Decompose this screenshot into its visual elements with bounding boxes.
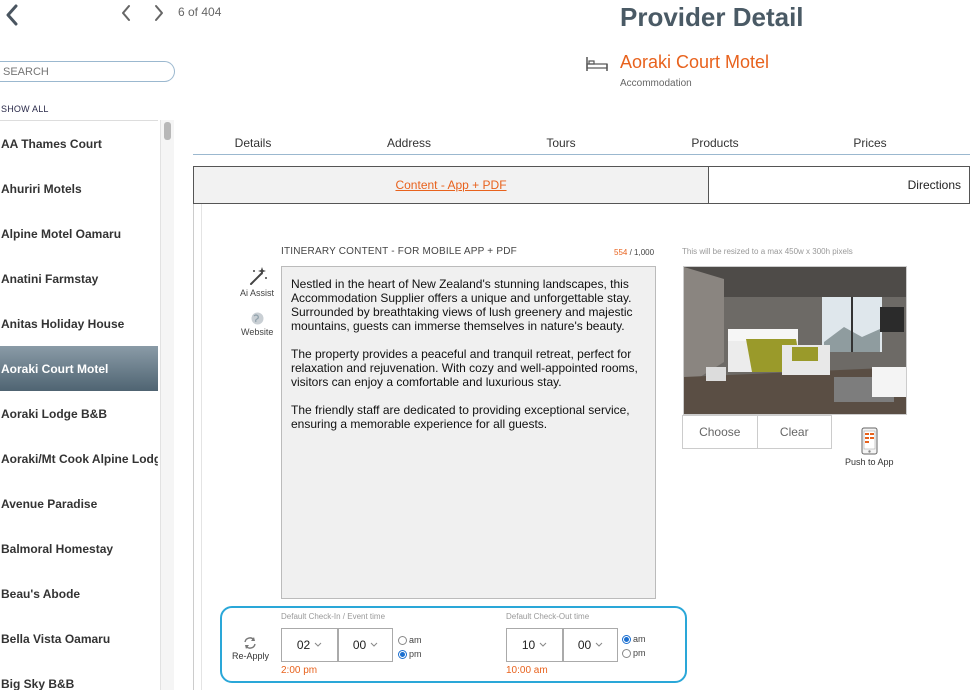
- sidebar-item[interactable]: Ahuriri Motels: [0, 166, 158, 211]
- checkin-hour-select[interactable]: 02: [281, 628, 338, 662]
- panel-divider: [201, 204, 202, 690]
- checkin-hour-value: 02: [296, 638, 311, 652]
- chevron-down-icon: [370, 642, 378, 647]
- itinerary-textarea[interactable]: Nestled in the heart of New Zealand's st…: [281, 266, 656, 599]
- website-label[interactable]: Website: [241, 327, 273, 337]
- radio-off-icon: [398, 635, 407, 645]
- chevron-down-icon: [595, 642, 603, 647]
- record-pager: 6 of 404: [178, 5, 222, 19]
- provider-photo: [683, 266, 907, 415]
- sidebar-item[interactable]: Anatini Farmstay: [0, 256, 158, 301]
- char-count-max: 1,000: [634, 248, 655, 257]
- checkout-display: 10:00 am: [506, 665, 548, 676]
- ai-assist-label[interactable]: Ai Assist: [240, 288, 274, 298]
- checkout-label: Default Check-Out time: [506, 612, 590, 621]
- pm-label: pm: [633, 648, 646, 658]
- provider-list: AA Thames Court Ahuriri Motels Alpine Mote…: [0, 120, 158, 690]
- checkout-pm-radio[interactable]: pm: [622, 647, 646, 659]
- sidebar-item[interactable]: Aoraki Lodge B&B: [0, 391, 158, 436]
- sidebar-item[interactable]: Balmoral Homestay: [0, 526, 158, 571]
- re-apply-label[interactable]: Re-Apply: [232, 651, 269, 661]
- back-chevron-icon[interactable]: [4, 4, 20, 26]
- push-to-app-label[interactable]: Push to App: [845, 457, 894, 467]
- sidebar-scrollbar[interactable]: [160, 120, 174, 690]
- checkin-minute-value: 00: [352, 638, 367, 652]
- checkin-display: 2:00 pm: [281, 665, 318, 676]
- pm-label: pm: [409, 649, 422, 659]
- char-count-current: 554: [614, 248, 628, 257]
- detail-tabs: Details Address Tours Products Prices: [193, 133, 970, 155]
- radio-off-icon: [622, 648, 631, 658]
- chevron-down-icon: [314, 642, 322, 647]
- choose-image-button[interactable]: Choose: [683, 416, 757, 448]
- bed-icon: [586, 57, 608, 71]
- tab-products[interactable]: Products: [691, 136, 738, 150]
- itinerary-heading: ITINERARY CONTENT - FOR MOBILE APP + PDF: [281, 246, 517, 257]
- checkin-label: Default Check-In / Event time: [281, 612, 386, 621]
- tab-tours[interactable]: Tours: [546, 136, 575, 150]
- checkout-hour-select[interactable]: 10: [506, 628, 563, 662]
- sidebar-item[interactable]: Avenue Paradise: [0, 481, 158, 526]
- globe-icon[interactable]: [251, 312, 264, 325]
- character-count: 554 / 1,000: [614, 248, 655, 257]
- prev-record-icon[interactable]: [120, 4, 132, 22]
- refresh-icon[interactable]: [243, 636, 257, 650]
- tab-address[interactable]: Address: [387, 136, 431, 150]
- sidebar-item[interactable]: Beau's Abode: [0, 571, 158, 616]
- next-record-icon[interactable]: [153, 4, 165, 22]
- am-label: am: [409, 635, 422, 645]
- sidebar-item[interactable]: Alpine Motel Oamaru: [0, 211, 158, 256]
- image-resize-note: This will be resized to a max 450w x 300…: [682, 247, 853, 256]
- subtab-directions[interactable]: Directions: [709, 167, 969, 203]
- radio-on-icon: [398, 649, 407, 659]
- checkin-minute-select[interactable]: 00: [338, 628, 393, 662]
- mobile-phone-icon[interactable]: [861, 427, 878, 455]
- checkout-minute-value: 00: [577, 638, 592, 652]
- checkout-minute-select[interactable]: 00: [563, 628, 618, 662]
- checkout-am-radio[interactable]: am: [622, 633, 646, 645]
- sidebar-item[interactable]: AA Thames Court: [0, 121, 158, 166]
- radio-on-icon: [622, 634, 631, 644]
- photo-actions: Choose Clear: [682, 415, 832, 449]
- provider-name: Aoraki Court Motel: [620, 52, 770, 72]
- provider-type: Accommodation: [620, 78, 692, 89]
- content-subtabs: Content - App + PDF Directions: [193, 166, 970, 204]
- sidebar-scroll-thumb[interactable]: [164, 122, 171, 140]
- page-title: Provider Detail: [620, 2, 804, 32]
- clear-image-button[interactable]: Clear: [756, 416, 832, 448]
- checkin-pm-radio[interactable]: pm: [398, 648, 422, 660]
- sidebar-item[interactable]: Big Sky B&B: [0, 661, 158, 690]
- sidebar-item[interactable]: Bella Vista Oamaru: [0, 616, 158, 661]
- magic-wand-icon[interactable]: [248, 266, 268, 286]
- tab-details[interactable]: Details: [235, 136, 272, 150]
- sidebar-item[interactable]: Anitas Holiday House: [0, 301, 158, 346]
- sidebar-item[interactable]: Aoraki Court Motel: [0, 346, 158, 391]
- sidebar-item[interactable]: Aoraki/Mt Cook Alpine Lodge: [0, 436, 158, 481]
- am-label: am: [633, 634, 646, 644]
- checkout-hour-value: 10: [521, 638, 536, 652]
- motel-room-photo: [684, 267, 906, 414]
- chevron-down-icon: [539, 642, 547, 647]
- checkin-am-radio[interactable]: am: [398, 634, 422, 646]
- subtab-content-app-pdf[interactable]: Content - App + PDF: [194, 167, 709, 203]
- tab-prices[interactable]: Prices: [853, 136, 886, 150]
- search-input[interactable]: [0, 61, 175, 82]
- show-all-link[interactable]: SHOW ALL: [1, 104, 49, 114]
